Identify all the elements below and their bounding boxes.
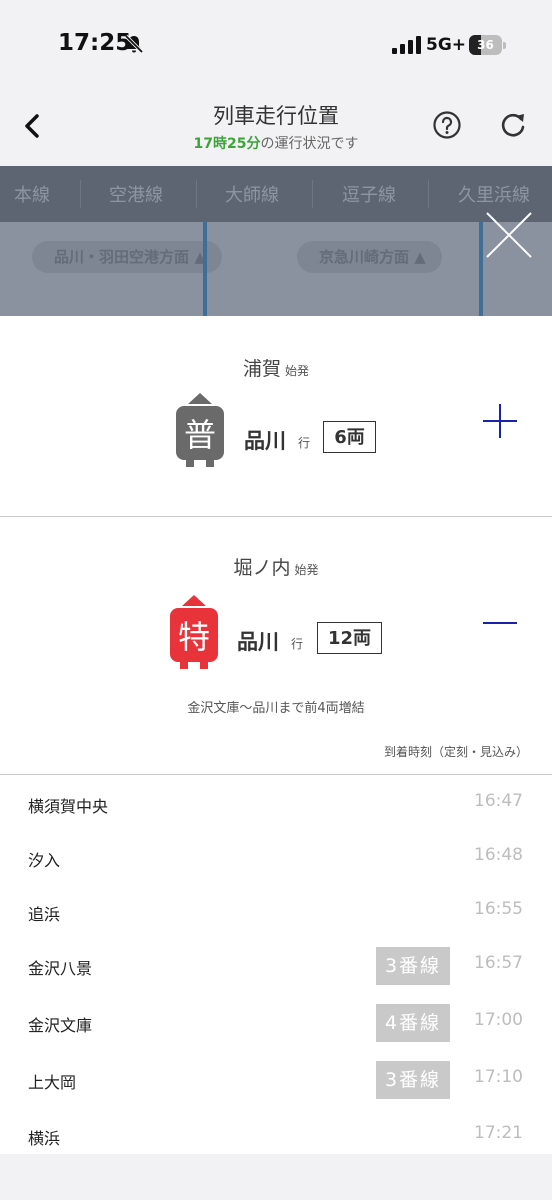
car-count: 6両 (323, 421, 376, 453)
stop-row[interactable]: 追浜 16:55 (0, 883, 552, 939)
stop-time: 16:47 (474, 791, 523, 811)
status-time-highlight: 17時25分 (193, 136, 261, 152)
train-type-badge-local: 普 (176, 393, 224, 467)
car-count: 12両 (317, 622, 382, 654)
stop-time: 16:57 (474, 953, 523, 973)
train-card-local: 浦賀 始発 普 品川 行 6両 (0, 316, 552, 516)
direction-shinagawa-haneda: 品川・羽田空港方面 ▲ (32, 241, 222, 273)
train-type-char: 普 (184, 416, 216, 454)
stop-row[interactable]: 上大岡 3番線 17:10 (0, 1051, 552, 1107)
track-line (479, 222, 483, 316)
tab-daishi-sen[interactable]: 大師線 (225, 181, 279, 207)
minus-icon[interactable] (480, 603, 520, 643)
destination-suffix: 行 (291, 637, 304, 651)
train-card-express: 堀ノ内 始発 特 品川 行 12両 金沢文庫〜品川まで前4両増結 到着時刻（定刻・… (0, 517, 552, 775)
platform-badge: 4番線 (376, 1004, 450, 1042)
coupling-note: 金沢文庫〜品川まで前4両増結 (187, 701, 365, 716)
platform-badge: 3番線 (376, 1061, 450, 1099)
network-label: 5G+ (426, 35, 467, 55)
origin-station: 浦賀 (242, 358, 281, 380)
stop-row[interactable]: 金沢八景 3番線 16:57 (0, 937, 552, 993)
status-text: の運行状況です (260, 136, 359, 152)
track-line (203, 222, 207, 316)
stop-name: 金沢文庫 (28, 1016, 93, 1035)
line-tabs: 本線 空港線 大師線 逗子線 久里浜線 (0, 166, 552, 222)
page-title: 列車走行位置 (213, 104, 339, 128)
destination-station: 品川 (244, 429, 286, 453)
stop-row[interactable]: 横須賀中央 16:47 (0, 775, 552, 831)
bell-slash-icon (124, 34, 144, 54)
app-header: 列車走行位置 17時25分の運行状況です (0, 90, 552, 166)
arrival-time-header: 到着時刻（定刻・見込み） (383, 745, 528, 759)
stop-name: 追浜 (28, 905, 61, 924)
stop-time: 17:00 (474, 1010, 523, 1030)
train-map-overlay: 本線 空港線 大師線 逗子線 久里浜線 品川・羽田空港方面 ▲ 京急川崎方面 ▲ (0, 166, 552, 316)
stop-time: 17:10 (474, 1067, 523, 1087)
close-icon[interactable] (484, 210, 534, 260)
status-bar: 17:25 5G+ 36 (0, 0, 552, 90)
destination-station: 品川 (237, 630, 279, 654)
tab-kurihama-sen[interactable]: 久里浜線 (458, 181, 530, 207)
help-icon[interactable] (432, 110, 462, 140)
stop-row[interactable]: 横浜 17:21 (0, 1107, 552, 1163)
signal-icon (392, 36, 421, 54)
origin-station: 堀ノ内 (233, 557, 291, 579)
direction-keikyu-kawasaki: 京急川崎方面 ▲ (297, 241, 442, 273)
train-detail-sheet: 浦賀 始発 普 品川 行 6両 堀ノ内 始発 特 品川 行 12両 金沢文庫〜品… (0, 316, 552, 1154)
refresh-icon[interactable] (499, 110, 527, 140)
stop-time: 17:21 (474, 1123, 523, 1143)
stop-row[interactable]: 金沢文庫 4番線 17:00 (0, 994, 552, 1050)
tab-honsen[interactable]: 本線 (14, 181, 50, 207)
battery-level: 36 (477, 38, 494, 52)
stop-name: 金沢八景 (28, 959, 93, 978)
origin-suffix: 始発 (294, 563, 319, 577)
destination-suffix: 行 (298, 436, 311, 450)
tab-kuko-sen[interactable]: 空港線 (109, 181, 163, 207)
page-subtitle: 17時25分の運行状況です (0, 133, 552, 153)
battery-icon: 36 (469, 35, 506, 55)
train-type-char: 特 (178, 618, 210, 656)
train-type-badge-express: 特 (170, 595, 218, 669)
origin-label: 堀ノ内 始発 (0, 553, 552, 580)
stop-row[interactable]: 汐入 16:48 (0, 829, 552, 885)
stop-name: 横須賀中央 (28, 797, 109, 816)
stop-name: 汐入 (28, 851, 61, 870)
stop-name: 上大岡 (28, 1073, 77, 1092)
stop-time: 16:55 (474, 899, 523, 919)
origin-label: 浦賀 始発 (0, 354, 552, 381)
tab-zushi-sen[interactable]: 逗子線 (342, 181, 396, 207)
status-time: 17:25 (58, 30, 132, 56)
platform-badge: 3番線 (376, 947, 450, 985)
stop-name: 横浜 (28, 1129, 61, 1148)
stop-time: 16:48 (474, 845, 523, 865)
origin-suffix: 始発 (285, 364, 310, 378)
plus-icon[interactable] (480, 401, 520, 441)
